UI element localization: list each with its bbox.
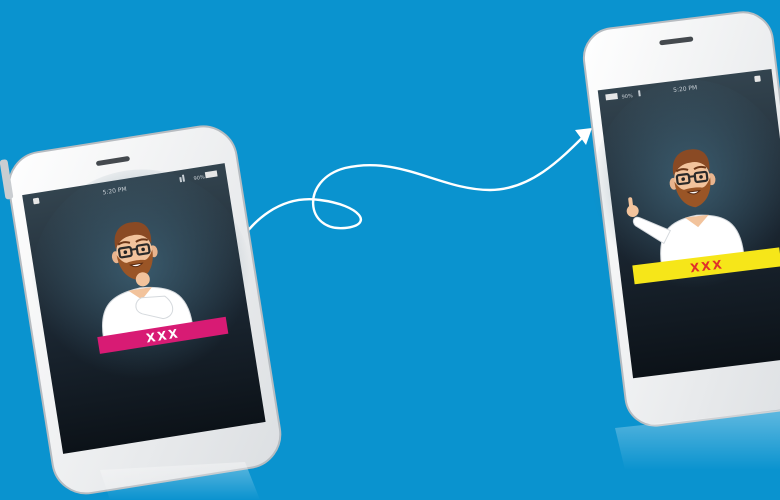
scene-svg: 5:20 PM 90% XXX 90% 5:20 PM XXX <box>0 0 780 500</box>
lock-icon <box>32 197 40 205</box>
illustration-scene: 5:20 PM 90% XXX 90% 5:20 PM XXX <box>0 0 780 500</box>
lock-icon <box>754 75 761 83</box>
